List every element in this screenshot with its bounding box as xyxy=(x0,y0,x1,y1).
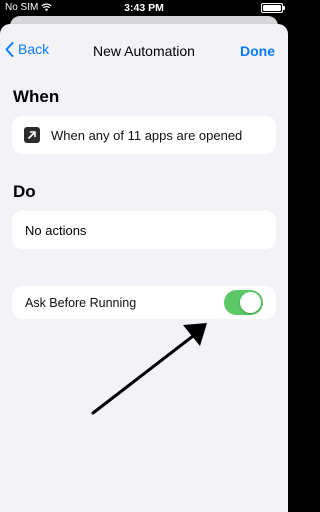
app-open-icon xyxy=(24,127,40,143)
done-button[interactable]: Done xyxy=(240,43,275,59)
ask-before-running-toggle[interactable] xyxy=(224,290,263,315)
do-heading: Do xyxy=(13,182,36,201)
status-bar: No SIM 3:43 PM xyxy=(0,0,288,16)
status-time: 3:43 PM xyxy=(124,2,164,14)
ask-before-running-row: Ask Before Running xyxy=(12,286,276,319)
battery-icon xyxy=(261,3,285,13)
automation-sheet: Back New Automation Done When When any o… xyxy=(0,24,288,512)
actions-row[interactable]: No actions xyxy=(12,211,276,249)
nav-bar: Back New Automation Done xyxy=(0,24,288,80)
trigger-label: When any of 11 apps are opened xyxy=(51,127,243,143)
actions-label: No actions xyxy=(25,222,87,238)
when-heading: When xyxy=(13,87,60,106)
toggle-knob xyxy=(240,292,261,313)
ask-before-running-label: Ask Before Running xyxy=(25,295,137,310)
trigger-row[interactable]: When any of 11 apps are opened xyxy=(12,116,276,154)
